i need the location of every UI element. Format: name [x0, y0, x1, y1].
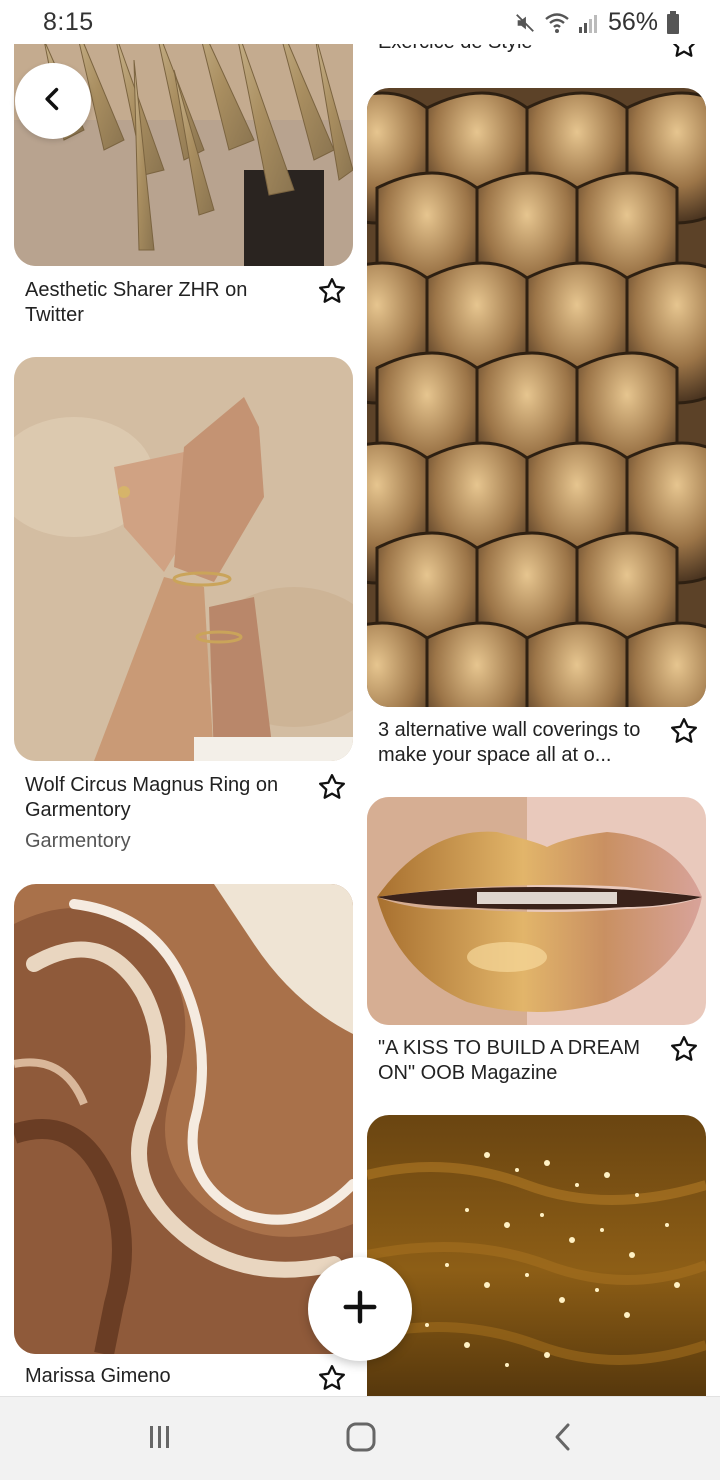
- pin-title[interactable]: Aesthetic Sharer ZHR on Twitter: [25, 278, 305, 328]
- back-icon: [551, 1422, 575, 1457]
- chevron-left-icon: [39, 85, 67, 118]
- wifi-icon: [544, 12, 570, 34]
- back-button[interactable]: [15, 63, 91, 139]
- recent-apps-icon: [145, 1422, 175, 1457]
- pin-title[interactable]: Wolf Circus Magnus Ring on Garmentory: [25, 773, 305, 823]
- status-time: 8:15: [43, 8, 94, 36]
- battery-percentage: 56%: [607, 8, 658, 36]
- pin-title[interactable]: Marissa Gimeno: [25, 1364, 305, 1389]
- pin-image-gold-scales[interactable]: [367, 88, 706, 707]
- battery-icon: [666, 10, 680, 35]
- pin-title[interactable]: "A KISS TO BUILD A DREAM ON" OOB Magazin…: [378, 1036, 658, 1086]
- pin-image-gold-lips[interactable]: [367, 797, 706, 1025]
- pin-feed: Aesthetic Sharer ZHR on Twitter Wolf Cir…: [0, 0, 720, 1396]
- star-icon[interactable]: [669, 716, 699, 746]
- pin-image-hands-rings[interactable]: [14, 357, 353, 761]
- nav-back-button[interactable]: [543, 1421, 583, 1457]
- pin-source: Garmentory: [25, 830, 131, 852]
- mute-icon: [514, 12, 536, 34]
- system-nav-bar: [0, 1396, 720, 1480]
- recent-apps-button[interactable]: [140, 1421, 180, 1457]
- star-icon[interactable]: [669, 1034, 699, 1064]
- status-icons: 56%: [514, 8, 680, 37]
- star-icon[interactable]: [317, 276, 347, 306]
- status-bar: 8:15 56%: [0, 0, 720, 44]
- home-icon: [345, 1421, 377, 1458]
- pin-title[interactable]: 3 alternative wall coverings to make you…: [378, 718, 658, 768]
- signal-icon: [578, 12, 600, 34]
- pin-image-gold-water[interactable]: [367, 1115, 706, 1396]
- home-button[interactable]: [341, 1421, 381, 1457]
- add-button[interactable]: [308, 1257, 412, 1361]
- star-icon[interactable]: [317, 1363, 347, 1393]
- star-icon[interactable]: [317, 772, 347, 802]
- plus-icon: [341, 1288, 379, 1331]
- pin-image-bronze-swirl[interactable]: [14, 884, 353, 1354]
